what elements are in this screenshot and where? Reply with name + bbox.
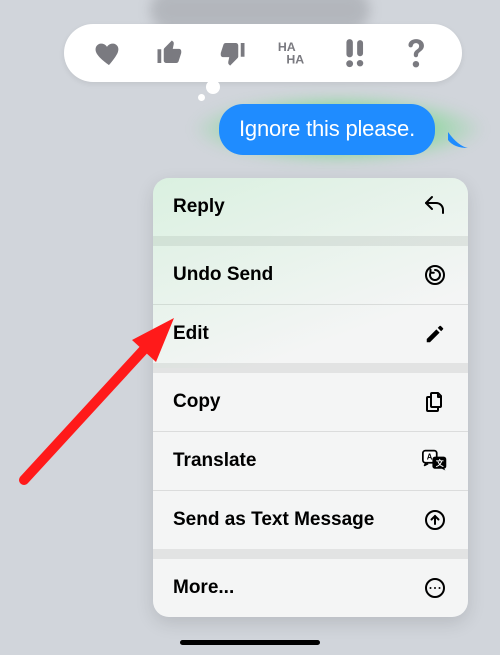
question-icon[interactable] [393, 29, 441, 77]
menu-label-edit: Edit [173, 323, 209, 345]
haha-icon[interactable]: HAHA [270, 29, 318, 77]
menu-label-send-as-text: Send as Text Message [173, 509, 374, 531]
menu-item-send-as-text[interactable]: Send as Text Message [153, 491, 468, 549]
menu-label-translate: Translate [173, 450, 256, 472]
thumbs-up-icon[interactable] [146, 29, 194, 77]
context-menu: Reply Undo Send Edit Copy Translate A文 S… [153, 178, 468, 617]
menu-label-undo-send: Undo Send [173, 264, 273, 286]
exclaim-icon[interactable] [331, 29, 379, 77]
home-indicator[interactable] [180, 640, 320, 645]
heart-icon[interactable] [85, 29, 133, 77]
thumbs-down-icon[interactable] [208, 29, 256, 77]
menu-item-undo-send[interactable]: Undo Send [153, 246, 468, 304]
reply-icon [422, 194, 448, 220]
menu-label-copy: Copy [173, 391, 221, 413]
more-icon [422, 575, 448, 601]
message-bubble[interactable]: Ignore this please. [219, 104, 435, 155]
menu-item-copy[interactable]: Copy [153, 373, 468, 431]
menu-label-reply: Reply [173, 196, 225, 218]
menu-item-translate[interactable]: Translate A文 [153, 432, 468, 490]
undo-send-icon [422, 262, 448, 288]
svg-text:文: 文 [436, 458, 444, 468]
edit-icon [422, 321, 448, 347]
copy-icon [422, 389, 448, 415]
translate-icon: A文 [422, 448, 448, 474]
menu-item-reply[interactable]: Reply [153, 178, 468, 236]
tapback-bar: HAHA [64, 24, 462, 82]
svg-text:HA: HA [286, 52, 304, 66]
message-text: Ignore this please. [239, 116, 415, 141]
send-as-text-icon [422, 507, 448, 533]
menu-item-edit[interactable]: Edit [153, 305, 468, 363]
menu-item-more[interactable]: More... [153, 559, 468, 617]
menu-label-more: More... [173, 577, 234, 599]
svg-text:A: A [427, 453, 433, 462]
